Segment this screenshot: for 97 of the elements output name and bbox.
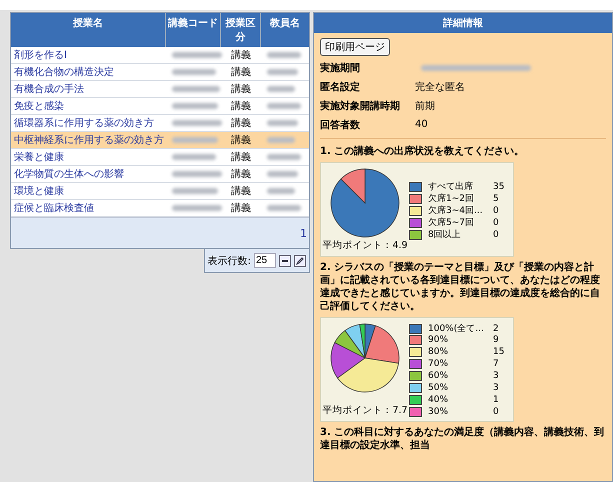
table-cell-text: 講義 (230, 150, 252, 164)
legend-count: 3 (493, 382, 500, 392)
page-link[interactable]: 1 (300, 226, 307, 240)
legend-count: 35 (493, 182, 506, 192)
legend-label: 90% (428, 334, 450, 344)
blurred-text (172, 205, 222, 211)
table-cell-text: 講義 (230, 48, 252, 62)
legend-label: 30% (428, 406, 450, 416)
blurred-text (172, 52, 222, 58)
average-points: 平均ポイント：4.9 (322, 239, 408, 252)
question-text: 2. シラバスの「授業のテーマと目標」及び「授業の内容と計画」に記載されている各到達目標について、あなたはどの程度達成できたと感じていますか。到達目標の達成度を総合的に自己評価してください。 (320, 261, 601, 313)
field-value: 完全な匿名 (415, 80, 466, 94)
edit-button[interactable] (294, 254, 306, 266)
table-row[interactable]: 有機合成の手法 講義 (11, 81, 309, 98)
legend-label: 50% (428, 382, 450, 392)
legend-label: 80% (428, 346, 450, 356)
legend-label: 60% (428, 370, 450, 380)
blurred-text (172, 120, 222, 126)
rows-per-page-field[interactable]: 25 (254, 253, 276, 268)
table-cell-text: 講義 (230, 100, 252, 113)
course-link[interactable]: 免疫と感染 (11, 99, 166, 113)
legend-count: 7 (493, 358, 500, 368)
field-value: 40 (415, 119, 429, 130)
legend-label: すべて出席 (428, 180, 474, 193)
blurred-text (267, 205, 301, 211)
table-row[interactable]: 中枢神経系に作用する薬の効き方 講義 (11, 132, 309, 149)
legend-label: 40% (428, 394, 450, 404)
panel-title: 詳細情報 (314, 13, 612, 33)
table-cell-text: 講義 (230, 82, 252, 96)
table-row[interactable]: 剤形を作るⅠ 講義 (11, 47, 309, 64)
legend-label: 欠席3~4回... (428, 204, 484, 217)
table-row[interactable]: 有機化合物の構造決定 講義 (11, 64, 309, 81)
course-link[interactable]: 化学物質の生体への影響 (11, 167, 166, 181)
question-text: 3. この科目に対するあなたの満足度（講義内容、講義技術、到達目標の設定水準、担当 (320, 426, 606, 452)
table-cell-text: 講義 (230, 134, 252, 147)
blurred-text (267, 188, 295, 194)
legend-count: 1 (493, 394, 500, 404)
legend-label: 欠席5~7回 (428, 216, 475, 229)
blurred-text (172, 171, 222, 177)
blurred-text (172, 154, 216, 160)
print-page-button[interactable]: 印刷用ページ (320, 38, 390, 56)
legend-count: 0 (493, 206, 500, 216)
column-header[interactable]: 教員名 (261, 13, 309, 47)
blurred-text (267, 137, 295, 143)
pencil-icon (296, 256, 304, 264)
table-row[interactable]: 循環器系に作用する薬の効き方 講義 (11, 115, 309, 132)
blurred-text (267, 69, 298, 75)
legend-count: 3 (493, 370, 500, 380)
legend-label: 8回以上 (428, 228, 462, 241)
minus-button[interactable] (279, 254, 291, 266)
field-label: 回答者数 (320, 118, 361, 132)
table-row[interactable]: 化学物質の生体への影響 講義 (11, 166, 309, 183)
table-row[interactable]: 環境と健康 講義 (11, 183, 309, 200)
table-row[interactable]: 症候と臨床検査値 講義 (11, 200, 309, 217)
blurred-text (267, 86, 295, 92)
blurred-text (267, 52, 301, 58)
course-link[interactable]: 症候と臨床検査値 (11, 201, 166, 215)
course-link[interactable]: 中枢神経系に作用する薬の効き方 (11, 133, 166, 147)
blurred-text (172, 69, 216, 75)
course-link[interactable]: 有機合成の手法 (11, 82, 166, 96)
field-label: 実施期間 (320, 61, 361, 74)
table-row[interactable]: 免疫と感染 講義 (11, 98, 309, 115)
blurred-text (267, 103, 301, 109)
table-cell-text: 講義 (230, 168, 252, 181)
legend-label: 70% (428, 358, 450, 368)
question-text: 1. この講義への出席状況を教えてください。 (320, 145, 526, 158)
rows-per-page-label: 表示行数: (208, 254, 251, 268)
course-link[interactable]: 剤形を作るⅠ (11, 48, 166, 62)
legend-label: 欠席1~2回 (428, 192, 475, 205)
legend-count: 0 (493, 218, 500, 228)
course-link[interactable]: 栄養と健康 (11, 150, 166, 164)
field-label: 実施対象開講時期 (320, 99, 401, 112)
table-cell-text: 講義 (230, 66, 252, 79)
table-cell-text: 講義 (230, 184, 252, 198)
table-cell-text: 講義 (230, 202, 252, 215)
table-row[interactable]: 栄養と健康 講義 (11, 149, 309, 166)
blurred-text (267, 154, 301, 160)
legend-label: 100%(全て... (428, 322, 485, 335)
field-label: 匿名設定 (320, 80, 361, 94)
blurred-text (172, 137, 218, 143)
blurred-text (172, 86, 220, 92)
legend-count: 0 (493, 406, 500, 416)
average-points: 平均ポイント：7.7 (322, 404, 408, 417)
legend-count: 2 (493, 324, 500, 334)
legend-count: 5 (493, 194, 500, 204)
course-link[interactable]: 環境と健康 (11, 184, 166, 198)
table-cell-text: 講義 (230, 116, 252, 130)
blurred-text (267, 120, 298, 126)
blurred-text (172, 103, 218, 109)
course-link[interactable]: 有機化合物の構造決定 (11, 65, 166, 79)
legend-count: 9 (493, 334, 500, 344)
legend-count: 0 (493, 230, 500, 240)
course-link[interactable]: 循環器系に作用する薬の効き方 (11, 116, 166, 130)
field-value: 前期 (415, 100, 436, 112)
blurred-text (172, 188, 218, 194)
legend-count: 15 (493, 346, 506, 356)
blurred-text (267, 171, 298, 177)
